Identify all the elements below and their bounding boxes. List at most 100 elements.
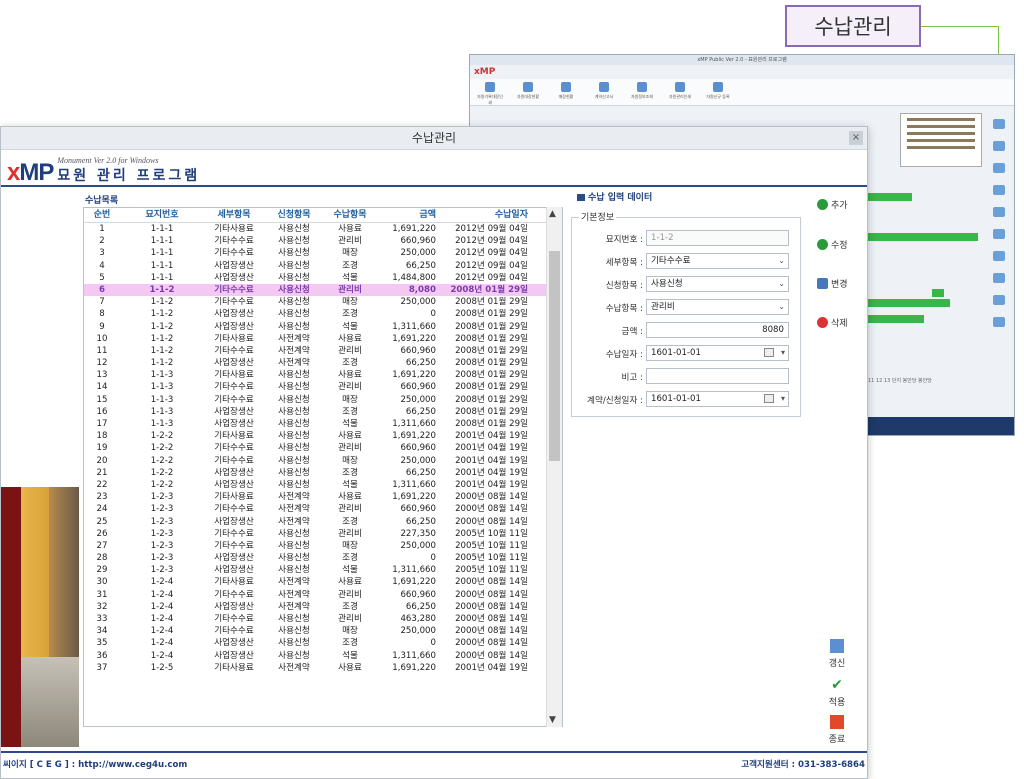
column-header[interactable]: 묘지번호	[120, 208, 204, 222]
amount-input[interactable]: 8080	[646, 322, 789, 338]
table-row[interactable]: 34 1-2-4 기타수수료 사용신청 매장 250,000 2000년 08월 14일	[84, 625, 562, 637]
table-row[interactable]: 15 1-1-3 기타수수료 사용신청 매장 250,000 2008년 01월 29일	[84, 394, 562, 406]
table-row[interactable]: 8 1-1-2 사업장생산 사용신청 조경 0 2008년 01월 29일	[84, 308, 562, 320]
table-row[interactable]: 25 1-2-3 사업장생산 사전계약 조경 66,250 2000년 08월 14일	[84, 516, 562, 528]
table-cell: 매장	[342, 455, 358, 466]
table-row[interactable]: 11 1-1-2 기타수수료 사전계약 관리비 660,960 2008년 01월 29일	[84, 345, 562, 357]
table-row[interactable]: 36 1-2-4 사업장생산 사용신청 석물 1,311,660 2000년 08월 14일	[84, 650, 562, 662]
table-cell: 2000년 08월 14일	[455, 626, 528, 637]
table-row[interactable]: 37 1-2-5 기타사용료 사전계약 사용료 1,691,220 2001년 04월 19…	[84, 662, 562, 674]
exit-button[interactable]: 종료	[825, 715, 849, 745]
table-row[interactable]: 24 1-2-3 기타수수료 사전계약 관리비 660,960 2000년 08월 14일	[84, 503, 562, 515]
table-row[interactable]: 9 1-1-2 사업장생산 사용신청 석물 1,311,660 2008년 01월 29일	[84, 321, 562, 333]
contract-date-picker[interactable]: 1601-01-01 ▾	[646, 391, 789, 407]
table-row[interactable]: 13 1-1-3 기타사용료 사용신청 사용료 1,691,220 2008년 01월 29…	[84, 369, 562, 381]
column-header[interactable]: 수납항목	[324, 208, 376, 222]
background-green-cell	[868, 193, 912, 201]
payitem-select[interactable]: 관리비 ⌄	[646, 299, 789, 315]
table-cell: 사용신청	[278, 382, 310, 393]
background-toolbar-item[interactable]: 자원정보조회	[628, 79, 656, 105]
table-row[interactable]: 14 1-1-3 기타수수료 사용신청 관리비 660,960 2008년 01월 29일	[84, 381, 562, 393]
table-cell: 2008년 01월 29일	[455, 419, 528, 429]
list-header: 순번 묘지번호 세부항목 신청항목 수납항목 금액 수납일자	[84, 208, 562, 223]
table-cell: 23	[96, 492, 108, 503]
column-header[interactable]: 신청항목	[264, 208, 324, 222]
list-scrollbar[interactable]: ▲ ▼	[546, 207, 562, 727]
payment-list[interactable]: 순번 묘지번호 세부항목 신청항목 수납항목 금액 수납일자 1 1-1-1 기타사…	[83, 207, 563, 727]
table-cell: 사전계약	[278, 333, 310, 344]
scrollbar-thumb[interactable]	[549, 251, 560, 461]
table-row[interactable]: 7 1-1-2 기타수수료 사용신청 매장 250,000 2008년 01월 29일	[84, 296, 562, 308]
background-toolbar-item[interactable]: 자원대장현황	[514, 79, 542, 105]
background-toolbar-item[interactable]: 자원신규 등록	[704, 79, 732, 105]
scroll-up-icon[interactable]: ▲	[549, 209, 556, 219]
table-row[interactable]: 1 1-1-1 기타사용료 사용신청 사용료 1,691,220 2012년 09월 04일	[84, 223, 562, 235]
paydate-label: 수납일자 :	[605, 350, 643, 360]
table-row[interactable]: 23 1-2-3 기타사용료 사전계약 사용료 1,691,220 2000년 08월 14…	[84, 491, 562, 503]
table-row[interactable]: 17 1-1-3 사업장생산 사용신청 석물 1,311,660 2008년 01월 29일	[84, 418, 562, 430]
table-row[interactable]: 27 1-2-3 기타수수료 사용신청 매장 250,000 2005년 10월 11일	[84, 540, 562, 552]
background-toolbar-item[interactable]: 자원관리인쇄	[666, 79, 694, 105]
table-cell: 사업장생산	[214, 321, 254, 332]
table-row[interactable]: 21 1-2-2 사업장생산 사용신청 조경 66,250 2001년 04월 19일	[84, 467, 562, 479]
paydate-picker[interactable]: 1601-01-01 ▾	[646, 345, 789, 361]
close-icon[interactable]: ×	[849, 131, 863, 145]
table-cell: 사전계약	[278, 504, 310, 515]
background-toolbar-item[interactable]: 매장현황	[552, 79, 580, 105]
brand-title: 묘원 관리 프로그램	[57, 168, 201, 184]
table-cell: 1-2-4	[150, 577, 174, 588]
chevron-down-icon[interactable]: ▾	[781, 392, 785, 406]
table-cell: 사용신청	[278, 626, 310, 637]
table-cell: 1,691,220	[392, 370, 436, 381]
table-row[interactable]: 18 1-2-2 기타사용료 사용신청 사용료 1,691,220 2001년 04월 19…	[84, 430, 562, 442]
detail-select[interactable]: 기타수수료 ⌄	[646, 253, 789, 269]
table-cell: 660,960	[400, 589, 436, 600]
table-cell: 사용료	[338, 224, 362, 234]
edit-button[interactable]: 수정	[817, 238, 848, 251]
refresh-button[interactable]: 갱신	[825, 639, 849, 669]
table-row[interactable]: 16 1-1-3 사업장생산 사용신청 조경 66,250 2008년 01월 29일	[84, 406, 562, 418]
apply-button[interactable]: ✔ 적용	[825, 678, 849, 708]
table-row[interactable]: 28 1-2-3 사업장생산 사용신청 조경 0 2005년 10월 11일	[84, 552, 562, 564]
background-toolbar-item[interactable]: 계약신고서	[590, 79, 618, 105]
chevron-down-icon[interactable]: ▾	[781, 346, 785, 360]
table-row[interactable]: 2 1-1-1 기타수수료 사용신청 관리비 660,960 2012년 09월 04일	[84, 235, 562, 247]
table-row[interactable]: 6 1-1-2 기타수수료 사용신청 관리비 8,080 2008년 01월 29일	[84, 283, 562, 297]
table-row[interactable]: 4 1-1-1 사업장생산 사용신청 조경 66,250 2012년 09월 04일	[84, 260, 562, 272]
list-title: 수납목록	[85, 196, 119, 206]
table-row[interactable]: 35 1-2-4 사업장생산 사용신청 조경 0 2000년 08월 14일	[84, 637, 562, 649]
table-cell: 1-2-4	[150, 601, 174, 612]
table-row[interactable]: 33 1-2-4 기타수수료 사용신청 관리비 463,280 2000년 08월 14일	[84, 613, 562, 625]
table-cell: 2008년 01월 29일	[455, 370, 528, 381]
table-cell: 660,960	[400, 236, 436, 247]
note-input[interactable]	[646, 368, 789, 384]
delete-button[interactable]: 삭제	[817, 316, 848, 329]
table-row[interactable]: 30 1-2-4 기타사용료 사전계약 사용료 1,691,220 2000년 08월 14…	[84, 576, 562, 588]
background-toolbar-item[interactable]: 자원기록대장인쇄	[476, 79, 504, 105]
column-header[interactable]: 세부항목	[204, 208, 264, 222]
table-row[interactable]: 29 1-2-3 사업장생산 사용신청 석물 1,311,660 2005년 10월 11일	[84, 564, 562, 576]
table-cell: 66,250	[405, 406, 436, 417]
table-row[interactable]: 19 1-2-2 기타수수료 사용신청 관리비 660,960 2001년 04월 19일	[84, 442, 562, 454]
table-row[interactable]: 5 1-1-1 사업장생산 사용신청 석물 1,484,800 2012년 09월 04일	[84, 272, 562, 284]
table-cell: 2005년 10월 11일	[455, 540, 528, 551]
change-button[interactable]: 변경	[817, 277, 848, 290]
table-row[interactable]: 10 1-1-2 기타사용료 사전계약 사용료 1,691,220 2008년 01월 29…	[84, 333, 562, 345]
table-cell: 2012년 09월 04일	[455, 236, 528, 247]
apply-select[interactable]: 사용신청 ⌄	[646, 276, 789, 292]
add-button[interactable]: 추가	[817, 198, 848, 211]
table-cell: 사업장생산	[214, 467, 254, 478]
column-header[interactable]: 수납일자	[436, 208, 530, 222]
column-header[interactable]: 순번	[84, 208, 120, 222]
table-row[interactable]: 32 1-2-4 사업장생산 사전계약 조경 66,250 2000년 08월 14일	[84, 601, 562, 613]
scroll-down-icon[interactable]: ▼	[549, 715, 556, 725]
table-row[interactable]: 22 1-2-2 사업장생산 사용신청 석물 1,311,660 2001년 04월 19일	[84, 479, 562, 491]
column-header[interactable]: 금액	[376, 208, 436, 222]
table-row[interactable]: 31 1-2-4 기타수수료 사전계약 관리비 660,960 2000년 08월 14일	[84, 589, 562, 601]
table-row[interactable]: 12 1-1-2 사업장생산 사전계약 조경 66,250 2008년 01월 29일	[84, 357, 562, 369]
table-row[interactable]: 26 1-2-3 기타수수료 사용신청 관리비 227,350 2005년 10월 11일	[84, 528, 562, 540]
calendar-icon[interactable]	[764, 348, 774, 357]
table-row[interactable]: 3 1-1-1 기타수수료 사용신청 매장 250,000 2012년 09월 04일	[84, 247, 562, 259]
calendar-icon[interactable]	[764, 394, 774, 403]
table-row[interactable]: 20 1-2-2 기타수수료 사용신청 매장 250,000 2001년 04월 19일	[84, 455, 562, 467]
